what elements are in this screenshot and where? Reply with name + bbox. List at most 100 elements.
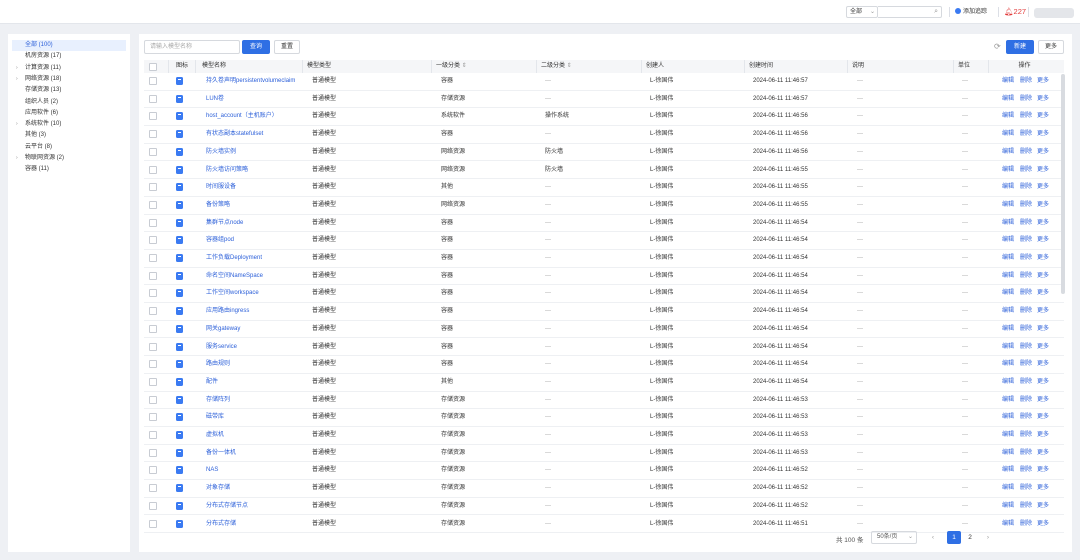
cell-name[interactable]: 配件 — [206, 374, 218, 391]
cell-name[interactable]: 防火墙实例 — [206, 144, 236, 161]
row-checkbox[interactable] — [149, 307, 157, 316]
cell-name[interactable]: 服务service — [206, 339, 237, 356]
cell-name[interactable]: 网关gateway — [206, 321, 240, 338]
cell-name[interactable]: 命名空间NameSpace — [206, 268, 263, 285]
sidebar-item[interactable]: 机房资源 (17) — [12, 51, 126, 62]
more-link[interactable]: 更多 — [1037, 374, 1049, 391]
more-link[interactable]: 更多 — [1037, 91, 1049, 108]
more-link[interactable]: 更多 — [1037, 197, 1049, 214]
edit-link[interactable]: 编辑 — [1002, 303, 1014, 320]
edit-link[interactable]: 编辑 — [1002, 144, 1014, 161]
refresh-icon[interactable]: ⟳ — [994, 42, 1001, 51]
more-link[interactable]: 更多 — [1037, 268, 1049, 285]
row-checkbox[interactable] — [149, 466, 157, 475]
delete-link[interactable]: 删除 — [1020, 268, 1032, 285]
edit-link[interactable]: 编辑 — [1002, 215, 1014, 232]
edit-link[interactable]: 编辑 — [1002, 321, 1014, 338]
edit-link[interactable]: 编辑 — [1002, 356, 1014, 373]
page-size-select[interactable]: 50条/页 ⌄ — [871, 531, 917, 544]
row-checkbox[interactable] — [149, 484, 157, 493]
col-cat2[interactable]: 二级分类 ⇕ — [536, 60, 572, 73]
cell-name[interactable]: NAS — [206, 462, 218, 479]
row-checkbox[interactable] — [149, 431, 157, 439]
sidebar-item[interactable]: › 网络资源 (18) — [12, 74, 126, 85]
cell-name[interactable]: 容器组pod — [206, 232, 234, 249]
edit-link[interactable]: 编辑 — [1002, 162, 1014, 179]
delete-link[interactable]: 删除 — [1020, 356, 1032, 373]
row-checkbox[interactable] — [149, 183, 157, 192]
more-link[interactable]: 更多 — [1037, 144, 1049, 161]
new-button[interactable]: 新建 — [1006, 40, 1034, 54]
prev-page-icon[interactable]: ‹ — [926, 531, 940, 544]
col-cat1[interactable]: 一级分类 ⇕ — [431, 60, 467, 73]
more-link[interactable]: 更多 — [1037, 215, 1049, 232]
sidebar-item[interactable]: 全部 (100) — [12, 40, 126, 51]
cell-name[interactable]: 磁带库 — [206, 409, 224, 426]
sidebar-item[interactable]: › 物联网资源 (2) — [12, 153, 126, 164]
delete-link[interactable]: 删除 — [1020, 392, 1032, 409]
row-checkbox[interactable] — [149, 147, 157, 156]
delete-link[interactable]: 删除 — [1020, 285, 1032, 302]
edit-link[interactable]: 编辑 — [1002, 409, 1014, 426]
cell-name[interactable]: 应用路由ingress — [206, 303, 249, 320]
sidebar-item[interactable]: 应用软件 (6) — [12, 108, 126, 119]
row-checkbox[interactable] — [149, 271, 157, 280]
search-icon[interactable]: ⌕ — [934, 8, 938, 16]
row-checkbox[interactable] — [149, 360, 157, 369]
row-checkbox[interactable] — [149, 94, 157, 103]
row-checkbox[interactable] — [149, 342, 157, 351]
row-checkbox[interactable] — [149, 165, 157, 174]
delete-link[interactable]: 删除 — [1020, 91, 1032, 108]
row-checkbox[interactable] — [149, 77, 157, 85]
edit-link[interactable]: 编辑 — [1002, 462, 1014, 479]
row-checkbox[interactable] — [149, 324, 157, 333]
more-button[interactable]: 更多 — [1038, 40, 1064, 54]
user-avatar[interactable] — [1034, 8, 1074, 18]
model-name-search-input[interactable]: 请输入模型名称 — [144, 40, 240, 54]
cell-name[interactable]: 有状态副本statefulset — [206, 126, 263, 143]
more-link[interactable]: 更多 — [1037, 356, 1049, 373]
cell-name[interactable]: host_account（主机账户） — [206, 108, 278, 125]
alarm-button[interactable]: 🔔︎227 — [1004, 6, 1026, 18]
delete-link[interactable]: 删除 — [1020, 215, 1032, 232]
edit-link[interactable]: 编辑 — [1002, 392, 1014, 409]
global-search-input[interactable]: ⌕ — [878, 6, 942, 18]
more-link[interactable]: 更多 — [1037, 73, 1049, 90]
page-1[interactable]: 1 — [947, 531, 961, 544]
delete-link[interactable]: 删除 — [1020, 374, 1032, 391]
more-link[interactable]: 更多 — [1037, 285, 1049, 302]
cell-name[interactable]: 持久卷声明persistentvolumeclaim — [206, 73, 295, 90]
delete-link[interactable]: 删除 — [1020, 162, 1032, 179]
row-checkbox[interactable] — [149, 236, 157, 245]
more-link[interactable]: 更多 — [1037, 321, 1049, 338]
delete-link[interactable]: 删除 — [1020, 303, 1032, 320]
edit-link[interactable]: 编辑 — [1002, 445, 1014, 462]
next-page-icon[interactable]: › — [981, 531, 995, 544]
edit-link[interactable]: 编辑 — [1002, 197, 1014, 214]
more-link[interactable]: 更多 — [1037, 303, 1049, 320]
delete-link[interactable]: 删除 — [1020, 409, 1032, 426]
row-checkbox[interactable] — [149, 112, 157, 121]
more-link[interactable]: 更多 — [1037, 339, 1049, 356]
edit-link[interactable]: 编辑 — [1002, 91, 1014, 108]
select-all-checkbox[interactable] — [149, 62, 157, 71]
cell-name[interactable]: 分布式存储节点 — [206, 498, 248, 515]
edit-link[interactable]: 编辑 — [1002, 73, 1014, 90]
delete-link[interactable]: 删除 — [1020, 179, 1032, 196]
sidebar-item[interactable]: 云平台 (8) — [12, 142, 126, 153]
row-checkbox[interactable] — [149, 501, 157, 510]
delete-link[interactable]: 删除 — [1020, 197, 1032, 214]
more-link[interactable]: 更多 — [1037, 108, 1049, 125]
search-scope-select[interactable]: 全部 ⌄ — [846, 6, 878, 18]
cell-name[interactable]: 集群节点node — [206, 215, 243, 232]
more-link[interactable]: 更多 — [1037, 409, 1049, 426]
cell-name[interactable]: LUN卷 — [206, 91, 224, 108]
expand-icon[interactable]: › — [16, 63, 18, 74]
row-checkbox[interactable] — [149, 200, 157, 209]
cell-name[interactable]: 路由规则 — [206, 356, 230, 373]
edit-link[interactable]: 编辑 — [1002, 480, 1014, 497]
edit-link[interactable]: 编辑 — [1002, 250, 1014, 267]
edit-link[interactable]: 编辑 — [1002, 268, 1014, 285]
cell-name[interactable]: 防火墙访问策略 — [206, 162, 248, 179]
more-link[interactable]: 更多 — [1037, 179, 1049, 196]
